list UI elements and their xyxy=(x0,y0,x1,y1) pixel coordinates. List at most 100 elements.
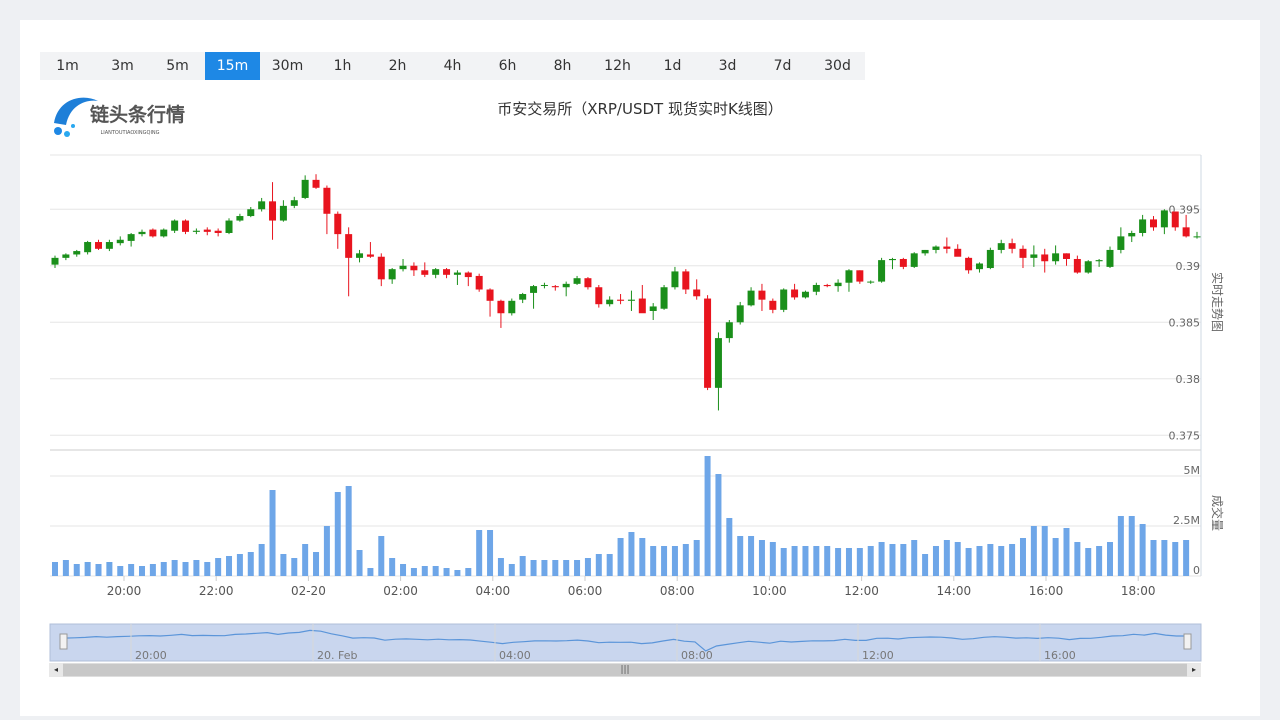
volume-bar xyxy=(932,546,939,576)
volume-bar xyxy=(356,550,363,576)
volume-bar xyxy=(432,566,439,576)
volume-bar xyxy=(867,546,874,576)
volume-bar xyxy=(628,532,635,576)
candle-body xyxy=(138,231,146,235)
volume-bar xyxy=(824,546,831,576)
navigator-label: 08:00 xyxy=(681,649,713,662)
candle-body xyxy=(1193,236,1201,238)
candle-body xyxy=(856,270,864,282)
candle-body xyxy=(73,251,81,255)
candle-body xyxy=(127,234,135,241)
volume-bar xyxy=(236,554,243,576)
candle-body xyxy=(399,265,407,270)
volume-bar xyxy=(84,562,91,576)
volume-bar xyxy=(802,546,809,576)
volume-bar xyxy=(693,540,700,576)
volume-bar xyxy=(160,562,167,576)
volume-bar xyxy=(758,540,765,576)
candle-body xyxy=(388,269,396,280)
x-tick-label: 02-20 xyxy=(291,584,326,598)
candle-body xyxy=(105,242,113,249)
candle-body xyxy=(1095,260,1103,262)
candle-body xyxy=(1149,219,1157,228)
volume-bar xyxy=(497,558,504,576)
volume-bar xyxy=(1117,516,1124,576)
volume-bar xyxy=(345,486,352,576)
candle-body xyxy=(638,298,646,314)
volume-bar xyxy=(878,542,885,576)
candle-body xyxy=(497,300,505,314)
candle-body xyxy=(345,234,353,258)
candle-body xyxy=(801,291,809,298)
candle-body xyxy=(584,278,592,288)
candle-body xyxy=(660,287,668,309)
volume-bar xyxy=(95,564,102,576)
volume-bar xyxy=(1106,542,1113,576)
x-tick-label: 18:00 xyxy=(1121,584,1156,598)
candle-body xyxy=(214,230,222,233)
candle-body xyxy=(791,289,799,298)
volume-bar xyxy=(106,562,113,576)
volume-bar xyxy=(943,540,950,576)
navigator-handle-right[interactable] xyxy=(1183,633,1192,650)
navigator-handle-left[interactable] xyxy=(59,633,68,650)
candle-body xyxy=(682,271,690,290)
x-tick-label: 10:00 xyxy=(752,584,787,598)
volume-bar xyxy=(302,544,309,576)
scroll-right-icon[interactable]: ▸ xyxy=(1187,663,1201,677)
x-tick-label: 04:00 xyxy=(476,584,511,598)
volume-bar xyxy=(748,536,755,576)
volume-bar xyxy=(1096,546,1103,576)
volume-bar xyxy=(780,548,787,576)
volume-bar xyxy=(323,526,330,576)
candle-body xyxy=(986,249,994,269)
price-tick-label: 0.38 xyxy=(1176,373,1201,386)
candle-body xyxy=(1139,219,1147,233)
candle-body xyxy=(834,282,842,287)
volume-bar xyxy=(182,562,189,576)
volume-bar xyxy=(704,456,711,576)
candle-body xyxy=(116,239,124,244)
candle-body xyxy=(323,187,331,214)
candle-body xyxy=(149,229,157,237)
volume-bar xyxy=(541,560,548,576)
volume-bar xyxy=(313,552,320,576)
kline-chart[interactable]: 0.3750.380.3850.390.39502.5M5M实时走势图成交量20… xyxy=(0,0,1280,720)
candle-body xyxy=(725,322,733,339)
volume-bar xyxy=(389,558,396,576)
volume-bar xyxy=(639,538,646,576)
volume-bar xyxy=(1183,540,1190,576)
candle-body xyxy=(410,265,418,271)
volume-bar xyxy=(400,564,407,576)
scroll-left-icon[interactable]: ◂ xyxy=(49,663,63,677)
volume-bar xyxy=(563,560,570,576)
candle-body xyxy=(671,271,679,288)
volume-bar xyxy=(117,566,124,576)
volume-bar xyxy=(128,564,135,576)
navigator-label: 16:00 xyxy=(1044,649,1076,662)
horizontal-scrollbar[interactable]: ◂ ||| ▸ xyxy=(49,663,1201,677)
x-tick-label: 20:00 xyxy=(107,584,142,598)
volume-bar xyxy=(1139,524,1146,576)
volume-bar xyxy=(1172,542,1179,576)
volume-bar xyxy=(574,560,581,576)
candle-body xyxy=(975,263,983,270)
volume-bar xyxy=(476,530,483,576)
scrollbar-thumb[interactable]: ||| xyxy=(63,664,1187,676)
candle-body xyxy=(693,289,701,297)
volume-bar xyxy=(1074,542,1081,576)
volume-bar xyxy=(193,560,200,576)
volume-bar xyxy=(726,518,733,576)
volume-bar xyxy=(334,492,341,576)
x-tick-label: 16:00 xyxy=(1029,584,1064,598)
candle-body xyxy=(519,294,527,300)
x-tick-label: 08:00 xyxy=(660,584,695,598)
candle-body xyxy=(1008,243,1016,249)
volume-bar xyxy=(595,554,602,576)
volume-bar xyxy=(204,562,211,576)
candle-body xyxy=(171,220,179,231)
volume-bar xyxy=(1030,526,1037,576)
volume-bar xyxy=(487,530,494,576)
volume-bar xyxy=(976,546,983,576)
candle-body xyxy=(965,257,973,271)
